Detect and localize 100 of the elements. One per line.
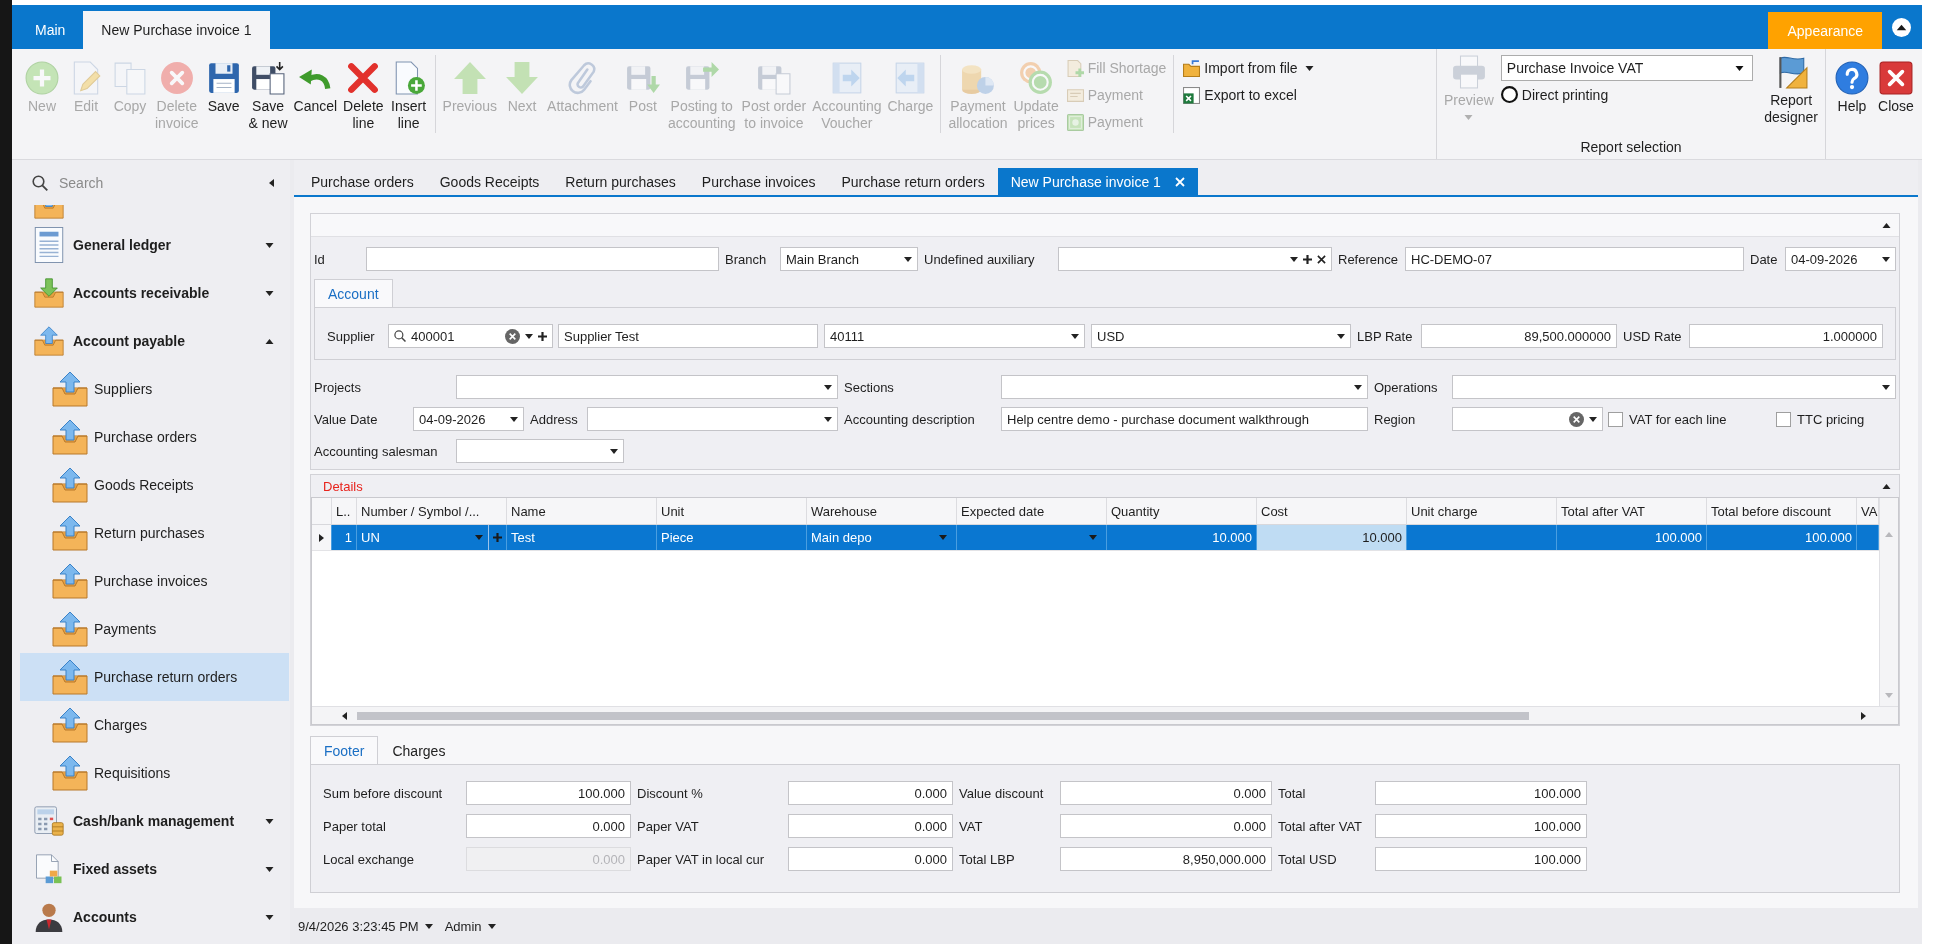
text-field[interactable]: Help centre demo - purchase document walkthrough [1001, 407, 1368, 431]
caret-down-icon[interactable] [525, 333, 533, 339]
lookup-field[interactable]: 400001 [388, 324, 553, 348]
column-header[interactable]: Number / Symbol /... [357, 498, 507, 524]
clear-icon[interactable] [1569, 411, 1584, 427]
caret-up-icon[interactable] [1882, 222, 1891, 228]
window-tab[interactable]: Main [17, 11, 84, 49]
text-field[interactable] [366, 247, 719, 271]
dropdown-field[interactable] [1452, 375, 1896, 399]
dropdown-field[interactable]: Main Branch [780, 247, 918, 271]
column-header[interactable]: Quantity [1107, 498, 1257, 524]
caret-up-icon[interactable] [1882, 483, 1891, 489]
window-tab[interactable]: New Purchase invoice 1 [83, 11, 270, 49]
number-field[interactable]: 0.000 [788, 781, 953, 805]
status-dropdown[interactable]: Admin [444, 918, 496, 934]
column-header[interactable]: Warehouse [807, 498, 957, 524]
number-field[interactable]: 0.000 [788, 847, 953, 871]
caret-down-icon[interactable] [1589, 416, 1597, 422]
ribbon-button[interactable]: Cancel [290, 59, 341, 117]
scrollbar-thumb[interactable] [357, 711, 1529, 720]
ribbon-button[interactable]: Delete line [340, 59, 387, 134]
dropdown-field[interactable] [1058, 247, 1332, 271]
date-field[interactable]: 04-09-2026 [1785, 247, 1896, 271]
column-header[interactable]: Expected date [957, 498, 1107, 524]
document-tab[interactable]: Return purchases [552, 168, 689, 195]
table-row[interactable]: 1 UN Test Piece Main depo 10.000 10.000 100.000 100.000 [312, 525, 1879, 551]
sidebar-item[interactable]: Suppliers [20, 365, 289, 413]
caret-left-icon[interactable] [342, 711, 347, 720]
document-tab[interactable]: Purchase orders [298, 168, 427, 195]
sidebar-group[interactable]: Accounts receivable [12, 269, 290, 317]
ribbon-button[interactable]: Close [1874, 59, 1918, 117]
number-field[interactable]: 0.000 [466, 814, 631, 838]
tab[interactable]: Charges [378, 736, 460, 764]
horizontal-scrollbar[interactable] [312, 706, 1898, 724]
number-field[interactable]: 89,500.000000 [1421, 324, 1617, 348]
column-header[interactable]: Total after VAT [1557, 498, 1707, 524]
sidebar-group[interactable]: Account payable [12, 317, 290, 365]
ribbon-button[interactable]: Insert line [386, 59, 431, 134]
caret-down-icon[interactable] [824, 384, 832, 390]
sidebar-item[interactable]: Charges [20, 701, 289, 749]
dropdown-field[interactable] [456, 439, 624, 463]
number-field[interactable]: 1.000000 [1689, 324, 1883, 348]
number-field[interactable]: 100.000 [1375, 814, 1587, 838]
sidebar-item[interactable]: Goods Receipts [20, 461, 289, 509]
sidebar-group[interactable]: Cash/bank management [12, 797, 290, 845]
document-tab[interactable]: Goods Receipts [426, 168, 553, 195]
tab[interactable]: Footer [310, 736, 379, 764]
dropdown-field[interactable]: USD [1091, 324, 1351, 348]
caret-down-icon[interactable] [904, 256, 912, 262]
number-field[interactable]: 0.000 [1060, 781, 1272, 805]
text-field[interactable]: HC-DEMO-07 [1405, 247, 1744, 271]
caret-down-icon[interactable] [610, 448, 618, 454]
close-icon[interactable] [1174, 176, 1185, 187]
number-field[interactable]: 100.000 [466, 781, 631, 805]
sidebar-item[interactable]: Requisitions [20, 749, 289, 797]
ribbon-button[interactable]: Report designer [1761, 53, 1821, 128]
report-dropdown[interactable]: Purchase Invoice VAT [1500, 55, 1754, 81]
number-field[interactable]: 8,950,000.000 [1060, 847, 1272, 871]
checkbox[interactable]: VAT for each line [1608, 411, 1727, 427]
sidebar-group[interactable]: Fixed assets [12, 845, 290, 893]
dropdown-field[interactable] [1001, 375, 1368, 399]
caret-down-icon[interactable] [1290, 256, 1298, 262]
dropdown-field[interactable] [456, 375, 838, 399]
sidebar-group[interactable]: General ledger [12, 221, 290, 269]
table-cell[interactable]: Main depo [807, 525, 957, 550]
number-field[interactable]: 0.000 [1060, 814, 1272, 838]
column-header[interactable]: Total before discount [1707, 498, 1857, 524]
x-mark-icon[interactable] [1317, 254, 1326, 264]
document-tab[interactable]: New Purchase invoice 1 [997, 168, 1198, 195]
sidebar-group[interactable]: Accounts [12, 893, 290, 941]
ribbon-button[interactable]: Save [201, 59, 246, 117]
ribbon-small-button[interactable]: Import from file [1180, 56, 1317, 80]
document-tab[interactable]: Purchase return orders [828, 168, 998, 195]
collapse-ribbon-icon[interactable] [1892, 18, 1911, 37]
ribbon-button[interactable]: Save & new [245, 59, 291, 134]
caret-down-icon[interactable] [824, 416, 832, 422]
column-header[interactable]: Unit charge [1407, 498, 1557, 524]
ribbon-small-button[interactable]: Export to excel [1180, 83, 1317, 107]
sidebar-item[interactable]: Purchase orders [20, 413, 289, 461]
tab[interactable]: Account [314, 279, 393, 307]
dropdown-field[interactable] [1452, 407, 1603, 431]
checkbox[interactable]: TTC pricing [1776, 411, 1865, 427]
caret-down-icon[interactable] [1337, 333, 1345, 339]
text-field[interactable]: Supplier Test [558, 324, 818, 348]
status-dropdown[interactable]: 9/4/2026 3:23:45 PM [298, 918, 433, 934]
caret-down-icon[interactable] [1882, 256, 1890, 262]
dropdown-field[interactable] [587, 407, 838, 431]
radio-button[interactable]: Direct printing [1500, 86, 1609, 103]
caret-down-icon[interactable] [1882, 384, 1890, 390]
sidebar-item[interactable]: Return purchases [20, 509, 289, 557]
ribbon-button[interactable]: Help [1830, 59, 1874, 117]
caret-down-icon[interactable] [510, 416, 518, 422]
column-header[interactable]: Cost [1257, 498, 1407, 524]
column-header[interactable]: Name [507, 498, 657, 524]
dropdown-field[interactable]: 40111 [824, 324, 1085, 348]
clear-icon[interactable] [505, 328, 520, 344]
number-field[interactable]: 100.000 [1375, 847, 1587, 871]
caret-right-icon[interactable] [1861, 711, 1866, 720]
date-field[interactable]: 04-09-2026 [413, 407, 524, 431]
sidebar-item[interactable]: Payments [20, 605, 289, 653]
